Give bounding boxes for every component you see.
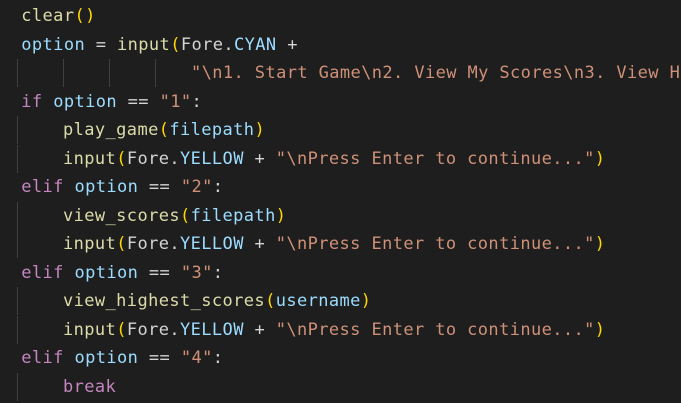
token-keyword: break: [63, 377, 117, 397]
indent-guide: [17, 316, 18, 344]
token-operator: ==: [138, 177, 181, 197]
code-line-6[interactable]: input(Fore.YELLOW + "\nPress Enter to co…: [0, 145, 681, 173]
indent-guide: [17, 287, 18, 315]
token-class: Fore: [126, 149, 170, 169]
token-function: input: [63, 234, 117, 254]
token-variable: option: [74, 263, 139, 283]
token-bracket: ): [594, 149, 606, 169]
code-line-14[interactable]: break: [0, 373, 681, 401]
token-bracket: (: [116, 320, 127, 340]
token-string: "1": [159, 92, 192, 112]
code-line-4[interactable]: if option == "1":: [0, 88, 681, 116]
token-operator: ==: [117, 92, 160, 112]
code-line-2[interactable]: option = input(Fore.CYAN +: [0, 31, 681, 59]
token-operator: :: [191, 92, 203, 112]
token-function: input: [63, 149, 117, 169]
token-operator: :: [212, 348, 224, 368]
token-function: view_highest_scores: [63, 291, 266, 311]
code-line-3[interactable]: "\n1. Start Game\n2. View My Scores\n3. …: [0, 59, 681, 87]
token-operator: .: [169, 320, 181, 340]
token-bracket: ): [594, 234, 606, 254]
token-bracket: ): [275, 206, 287, 226]
indent-guide: [17, 230, 18, 258]
token-bracket: ): [360, 291, 372, 311]
token-string: "\nPress Enter to continue...": [275, 234, 595, 254]
code-line-13[interactable]: elif option == "4":: [0, 344, 681, 372]
token-operator: :: [212, 177, 224, 197]
code-line-12[interactable]: input(Fore.YELLOW + "\nPress Enter to co…: [0, 316, 681, 344]
code-editor[interactable]: clear() option = input(Fore.CYAN + "\n1.…: [0, 0, 681, 403]
token-keyword: elif: [21, 263, 64, 283]
token-attribute: YELLOW: [180, 234, 244, 254]
token-variable: option: [53, 92, 118, 112]
token-operator: =: [85, 35, 117, 55]
code-line-10[interactable]: elif option == "3":: [0, 259, 681, 287]
indent-guide: [17, 145, 18, 173]
token-string: "4": [180, 348, 213, 368]
token-operator: :: [212, 263, 224, 283]
code-line-9[interactable]: input(Fore.YELLOW + "\nPress Enter to co…: [0, 230, 681, 258]
token-variable: option: [21, 35, 86, 55]
token-keyword: elif: [21, 348, 64, 368]
token-operator: +: [243, 320, 276, 340]
token-function: view_scores: [63, 206, 180, 226]
token-bracket: (: [170, 35, 181, 55]
token-function: input: [63, 320, 117, 340]
token-attribute: CYAN: [234, 35, 277, 55]
code-line-1[interactable]: clear(): [0, 2, 681, 30]
token-class: Fore: [126, 320, 170, 340]
indent-guide: [109, 59, 110, 87]
indent-guide: [17, 116, 18, 144]
token-function: play_game: [63, 120, 159, 140]
token-bracket: (: [116, 234, 127, 254]
token-keyword: elif: [21, 177, 64, 197]
token-variable: option: [74, 348, 139, 368]
token-bracket: ): [254, 120, 266, 140]
indent-guide: [17, 373, 18, 401]
indent-guide: [63, 59, 64, 87]
token-bracket: ): [85, 6, 96, 26]
token-function: clear: [21, 6, 75, 26]
token-operator: ==: [138, 263, 181, 283]
token-bracket: (: [265, 291, 276, 311]
token-variable: option: [74, 177, 139, 197]
token-class: Fore: [126, 234, 170, 254]
token-string: "\n1. Start Game\n2. View My Scores\n3. …: [191, 63, 681, 83]
token-operator: +: [243, 234, 276, 254]
token-variable: filepath: [169, 120, 255, 140]
token-variable: username: [275, 291, 361, 311]
token-operator: .: [169, 234, 181, 254]
token-bracket: (: [74, 6, 86, 26]
token-bracket: (: [158, 120, 170, 140]
token-variable: filepath: [190, 206, 276, 226]
token-string: "\nPress Enter to continue...": [275, 149, 595, 169]
token-operator: +: [243, 149, 276, 169]
token-operator: .: [223, 35, 235, 55]
token-attribute: YELLOW: [180, 320, 244, 340]
token-operator: ==: [138, 348, 181, 368]
token-operator: +: [276, 35, 298, 55]
code-line-11[interactable]: view_highest_scores(username): [0, 287, 681, 315]
code-line-7[interactable]: elif option == "2":: [0, 173, 681, 201]
token-function: input: [117, 35, 171, 55]
token-bracket: ): [594, 320, 606, 340]
token-bracket: (: [116, 149, 127, 169]
token-string: "\nPress Enter to continue...": [275, 320, 595, 340]
indent-guide: [155, 59, 156, 87]
token-bracket: (: [179, 206, 191, 226]
token-class: Fore: [180, 35, 224, 55]
token-operator: .: [169, 149, 181, 169]
token-attribute: YELLOW: [180, 149, 244, 169]
code-line-8[interactable]: view_scores(filepath): [0, 202, 681, 230]
token-keyword: if: [21, 92, 43, 112]
indent-guide: [17, 202, 18, 230]
indent-guide: [17, 59, 18, 87]
token-string: "3": [180, 263, 213, 283]
code-line-5[interactable]: play_game(filepath): [0, 116, 681, 144]
token-string: "2": [180, 177, 213, 197]
